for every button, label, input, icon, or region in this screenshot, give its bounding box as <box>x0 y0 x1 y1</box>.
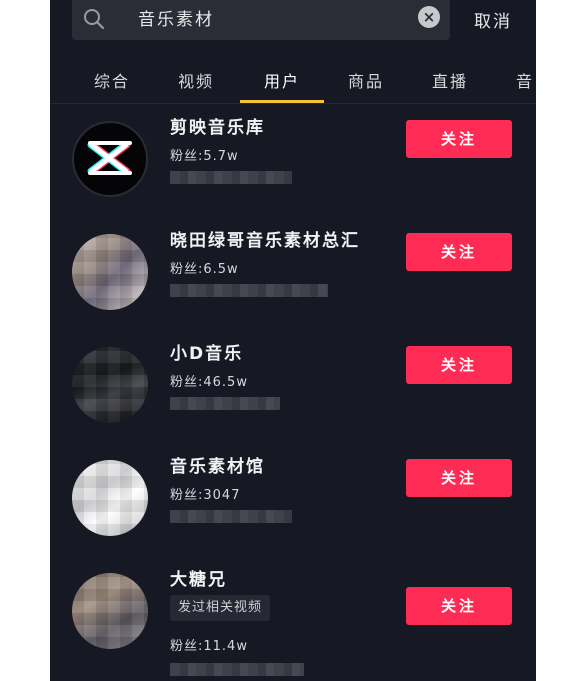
username[interactable]: 晓田绿哥音乐素材总汇 <box>170 226 360 251</box>
follow-button[interactable]: 关注 <box>406 120 512 158</box>
search-input[interactable]: 音乐素材 <box>138 5 214 30</box>
fans-count: 粉丝:6.5w <box>170 262 239 277</box>
search-bar[interactable]: 音乐素材 × <box>72 0 450 40</box>
avatar-mosaic <box>72 234 148 310</box>
avatar[interactable] <box>72 460 148 536</box>
app-screen: 音乐素材 × 取消 综合 视频 用户 商品 直播 音 剪映音乐库 粉丝:5.7w… <box>50 0 536 681</box>
follow-button[interactable]: 关注 <box>406 459 512 497</box>
fans-count: 粉丝:11.4w <box>170 639 248 654</box>
avatar[interactable] <box>72 234 148 310</box>
username[interactable]: 小D音乐 <box>170 339 243 364</box>
divider <box>50 103 536 104</box>
tab-comprehensive[interactable]: 综合 <box>94 68 130 92</box>
blurred-text <box>170 510 292 523</box>
follow-button[interactable]: 关注 <box>406 587 512 625</box>
user-row[interactable]: 音乐素材馆 粉丝:3047 关注 <box>50 457 536 573</box>
user-row[interactable]: 大糖兄 发过相关视频 粉丝:11.4w 关注 <box>50 570 536 681</box>
fans-count: 粉丝:46.5w <box>170 375 248 390</box>
username[interactable]: 剪映音乐库 <box>170 113 265 138</box>
related-video-tag: 发过相关视频 <box>170 595 271 621</box>
result-tabs: 综合 视频 用户 商品 直播 音 <box>50 58 536 102</box>
blurred-text <box>170 397 280 410</box>
username[interactable]: 大糖兄 <box>170 565 227 590</box>
tab-video[interactable]: 视频 <box>178 68 214 92</box>
blurred-text <box>170 284 328 297</box>
fans-count: 粉丝:5.7w <box>170 149 239 164</box>
tab-products[interactable]: 商品 <box>348 68 384 92</box>
avatar-mosaic <box>72 460 148 536</box>
fans-count: 粉丝:3047 <box>170 488 241 503</box>
user-row[interactable]: 晓田绿哥音乐素材总汇 粉丝:6.5w 关注 <box>50 231 536 347</box>
avatar[interactable] <box>72 347 148 423</box>
avatar-mosaic <box>72 573 148 649</box>
tab-live[interactable]: 直播 <box>432 68 468 92</box>
tab-users[interactable]: 用户 <box>264 68 300 92</box>
follow-button[interactable]: 关注 <box>406 233 512 271</box>
follow-button[interactable]: 关注 <box>406 346 512 384</box>
avatar[interactable] <box>72 573 148 649</box>
clear-icon[interactable]: × <box>418 6 440 28</box>
search-icon <box>84 9 105 30</box>
avatar-mosaic <box>72 347 148 423</box>
cancel-button[interactable]: 取消 <box>474 7 512 32</box>
username[interactable]: 音乐素材馆 <box>170 452 265 477</box>
avatar[interactable] <box>72 121 148 197</box>
tab-music[interactable]: 音 <box>516 68 534 92</box>
capcut-logo-icon <box>87 141 132 175</box>
blurred-text <box>170 171 292 184</box>
user-row[interactable]: 小D音乐 粉丝:46.5w 关注 <box>50 344 536 460</box>
user-row[interactable]: 剪映音乐库 粉丝:5.7w 关注 <box>50 118 536 234</box>
blurred-text <box>170 663 304 676</box>
